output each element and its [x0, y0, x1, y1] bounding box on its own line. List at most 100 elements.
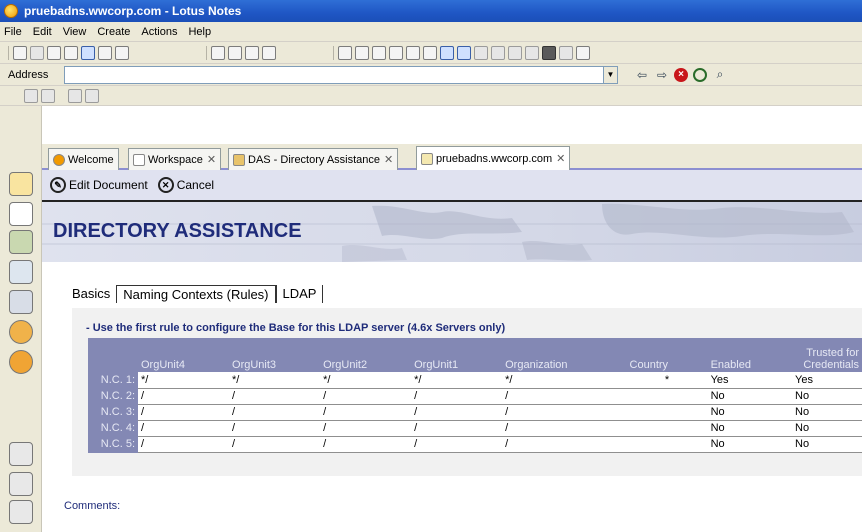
table-cell: */: [320, 372, 412, 389]
column-header: OrgUnit3: [229, 338, 321, 372]
column-header: Country: [626, 338, 708, 372]
chat-icon[interactable]: [24, 88, 38, 103]
close-icon[interactable]: ✕: [556, 152, 565, 165]
nav-unread-down-icon[interactable]: [406, 45, 420, 60]
nav-up-icon[interactable]: [338, 45, 352, 60]
banner-title: DIRECTORY ASSISTANCE: [53, 220, 302, 242]
tab-workspace[interactable]: Workspace ✕: [128, 148, 222, 170]
menu-view[interactable]: View: [63, 26, 87, 38]
print-icon[interactable]: [98, 45, 112, 60]
tab-basics[interactable]: Basics: [72, 285, 116, 303]
mail-bookmark-icon[interactable]: [9, 172, 33, 196]
close-icon[interactable]: ✕: [207, 153, 216, 166]
form-banner: DIRECTORY ASSISTANCE: [42, 200, 862, 262]
workspace-icon: [133, 153, 145, 166]
browser-nav-group: ⇦ ⇨ × ⌕: [634, 67, 732, 83]
table-cell: /: [411, 420, 503, 437]
open-icon[interactable]: [47, 45, 61, 60]
menu-file[interactable]: File: [4, 26, 22, 38]
navigate-toolbar-group: [333, 45, 593, 60]
menu-edit[interactable]: Edit: [33, 26, 52, 38]
favorites-bookmark-icon[interactable]: [9, 320, 33, 344]
address-input[interactable]: [64, 65, 604, 84]
collapse-all-icon[interactable]: [491, 45, 505, 60]
calendar-bookmark-icon[interactable]: [9, 202, 33, 226]
rules-heading: - Use the first rule to configure the Ba…: [86, 322, 506, 334]
window-titlebar: pruebadns.wwcorp.com - Lotus Notes: [0, 0, 862, 22]
more-bookmarks-icon[interactable]: [9, 472, 33, 496]
directory-icon: [233, 153, 245, 166]
table-cell: [626, 388, 708, 405]
collapse-level-icon[interactable]: [525, 45, 539, 60]
tab-pruebadns[interactable]: pruebadns.wwcorp.com ✕: [416, 146, 571, 170]
nav-next-icon[interactable]: [389, 45, 403, 60]
nav-prev-icon[interactable]: [372, 45, 386, 60]
table-cell: */: [138, 372, 230, 389]
column-header: Trusted for Credentials: [792, 338, 862, 372]
new-icon[interactable]: [13, 45, 27, 60]
copy-icon[interactable]: [228, 45, 242, 60]
paste-icon[interactable]: [245, 45, 259, 60]
clipboard-icon[interactable]: [262, 45, 276, 60]
search-icon[interactable]: [559, 45, 573, 60]
cancel-button[interactable]: ✕ Cancel: [157, 177, 214, 193]
properties-icon[interactable]: [115, 45, 129, 60]
menu-help[interactable]: Help: [188, 26, 211, 38]
address-dropdown-button[interactable]: ▼: [604, 65, 618, 84]
todo-bookmark-icon[interactable]: [9, 260, 33, 284]
table-cell: No: [792, 404, 862, 421]
tab-welcome[interactable]: Welcome: [48, 148, 119, 170]
cut-icon[interactable]: [211, 45, 225, 60]
table-cell: /: [138, 420, 230, 437]
table-cell: /: [320, 436, 412, 453]
search-binoculars-icon[interactable]: [542, 45, 556, 60]
nav-down-icon[interactable]: [355, 45, 369, 60]
search-web-icon[interactable]: ⌕: [712, 67, 728, 83]
table-row: N.C. 4: / / / / / No No: [88, 420, 862, 437]
tab-ldap[interactable]: LDAP: [275, 285, 324, 303]
edit-icon[interactable]: [64, 45, 78, 60]
contacts-bookmark-icon[interactable]: [9, 230, 33, 254]
address-bar: Address ▼ ⇦ ⇨ × ⌕: [0, 64, 862, 86]
close-icon[interactable]: ✕: [384, 153, 393, 166]
document-icon: [421, 152, 433, 165]
main-toolbar: [0, 42, 862, 64]
edit-toolbar-group: [206, 45, 279, 60]
search-bar-icon[interactable]: [576, 45, 590, 60]
table-cell: [626, 436, 708, 453]
list-icon[interactable]: [85, 88, 99, 103]
row-label: N.C. 4:: [88, 420, 138, 437]
menu-actions[interactable]: Actions: [141, 26, 177, 38]
forward-nav-icon[interactable]: ⇨: [654, 67, 670, 83]
table-cell: No: [792, 388, 862, 405]
back-icon[interactable]: ⇦: [634, 67, 650, 83]
table-cell: /: [138, 436, 230, 453]
nav-unread-up-icon[interactable]: [423, 45, 437, 60]
table-row: N.C. 5: / / / / / No No: [88, 436, 862, 453]
save-icon[interactable]: [30, 45, 44, 60]
tab-naming-contexts[interactable]: Naming Contexts (Rules): [116, 285, 276, 303]
collapse-icon[interactable]: [457, 45, 471, 60]
expand-icon[interactable]: [440, 45, 454, 60]
person-icon[interactable]: [68, 88, 82, 103]
tab-label: Welcome: [68, 153, 114, 166]
table-cell: /: [502, 404, 627, 421]
edit-document-button[interactable]: ✎ Edit Document: [50, 177, 148, 193]
startup-bookmark-icon[interactable]: [9, 442, 33, 466]
column-header: Organization: [502, 338, 627, 372]
table-cell: No: [792, 436, 862, 453]
document-tab-strip: Welcome Workspace ✕ DAS - Directory Assi…: [42, 144, 862, 170]
refresh-icon[interactable]: [692, 67, 708, 83]
tab-das[interactable]: DAS - Directory Assistance ✕: [228, 148, 399, 170]
expand-level-icon[interactable]: [508, 45, 522, 60]
replicator-bookmark-icon[interactable]: [9, 290, 33, 314]
tab-label: pruebadns.wwcorp.com: [436, 152, 553, 165]
table-cell: No: [707, 388, 792, 405]
stop-icon[interactable]: ×: [674, 67, 688, 82]
history-bookmark-icon[interactable]: [9, 500, 33, 524]
menu-create[interactable]: Create: [97, 26, 130, 38]
chat-group-icon[interactable]: [41, 88, 55, 103]
databases-bookmark-icon[interactable]: [9, 350, 33, 374]
forward-icon[interactable]: [81, 45, 95, 60]
expand-all-icon[interactable]: [474, 45, 488, 60]
